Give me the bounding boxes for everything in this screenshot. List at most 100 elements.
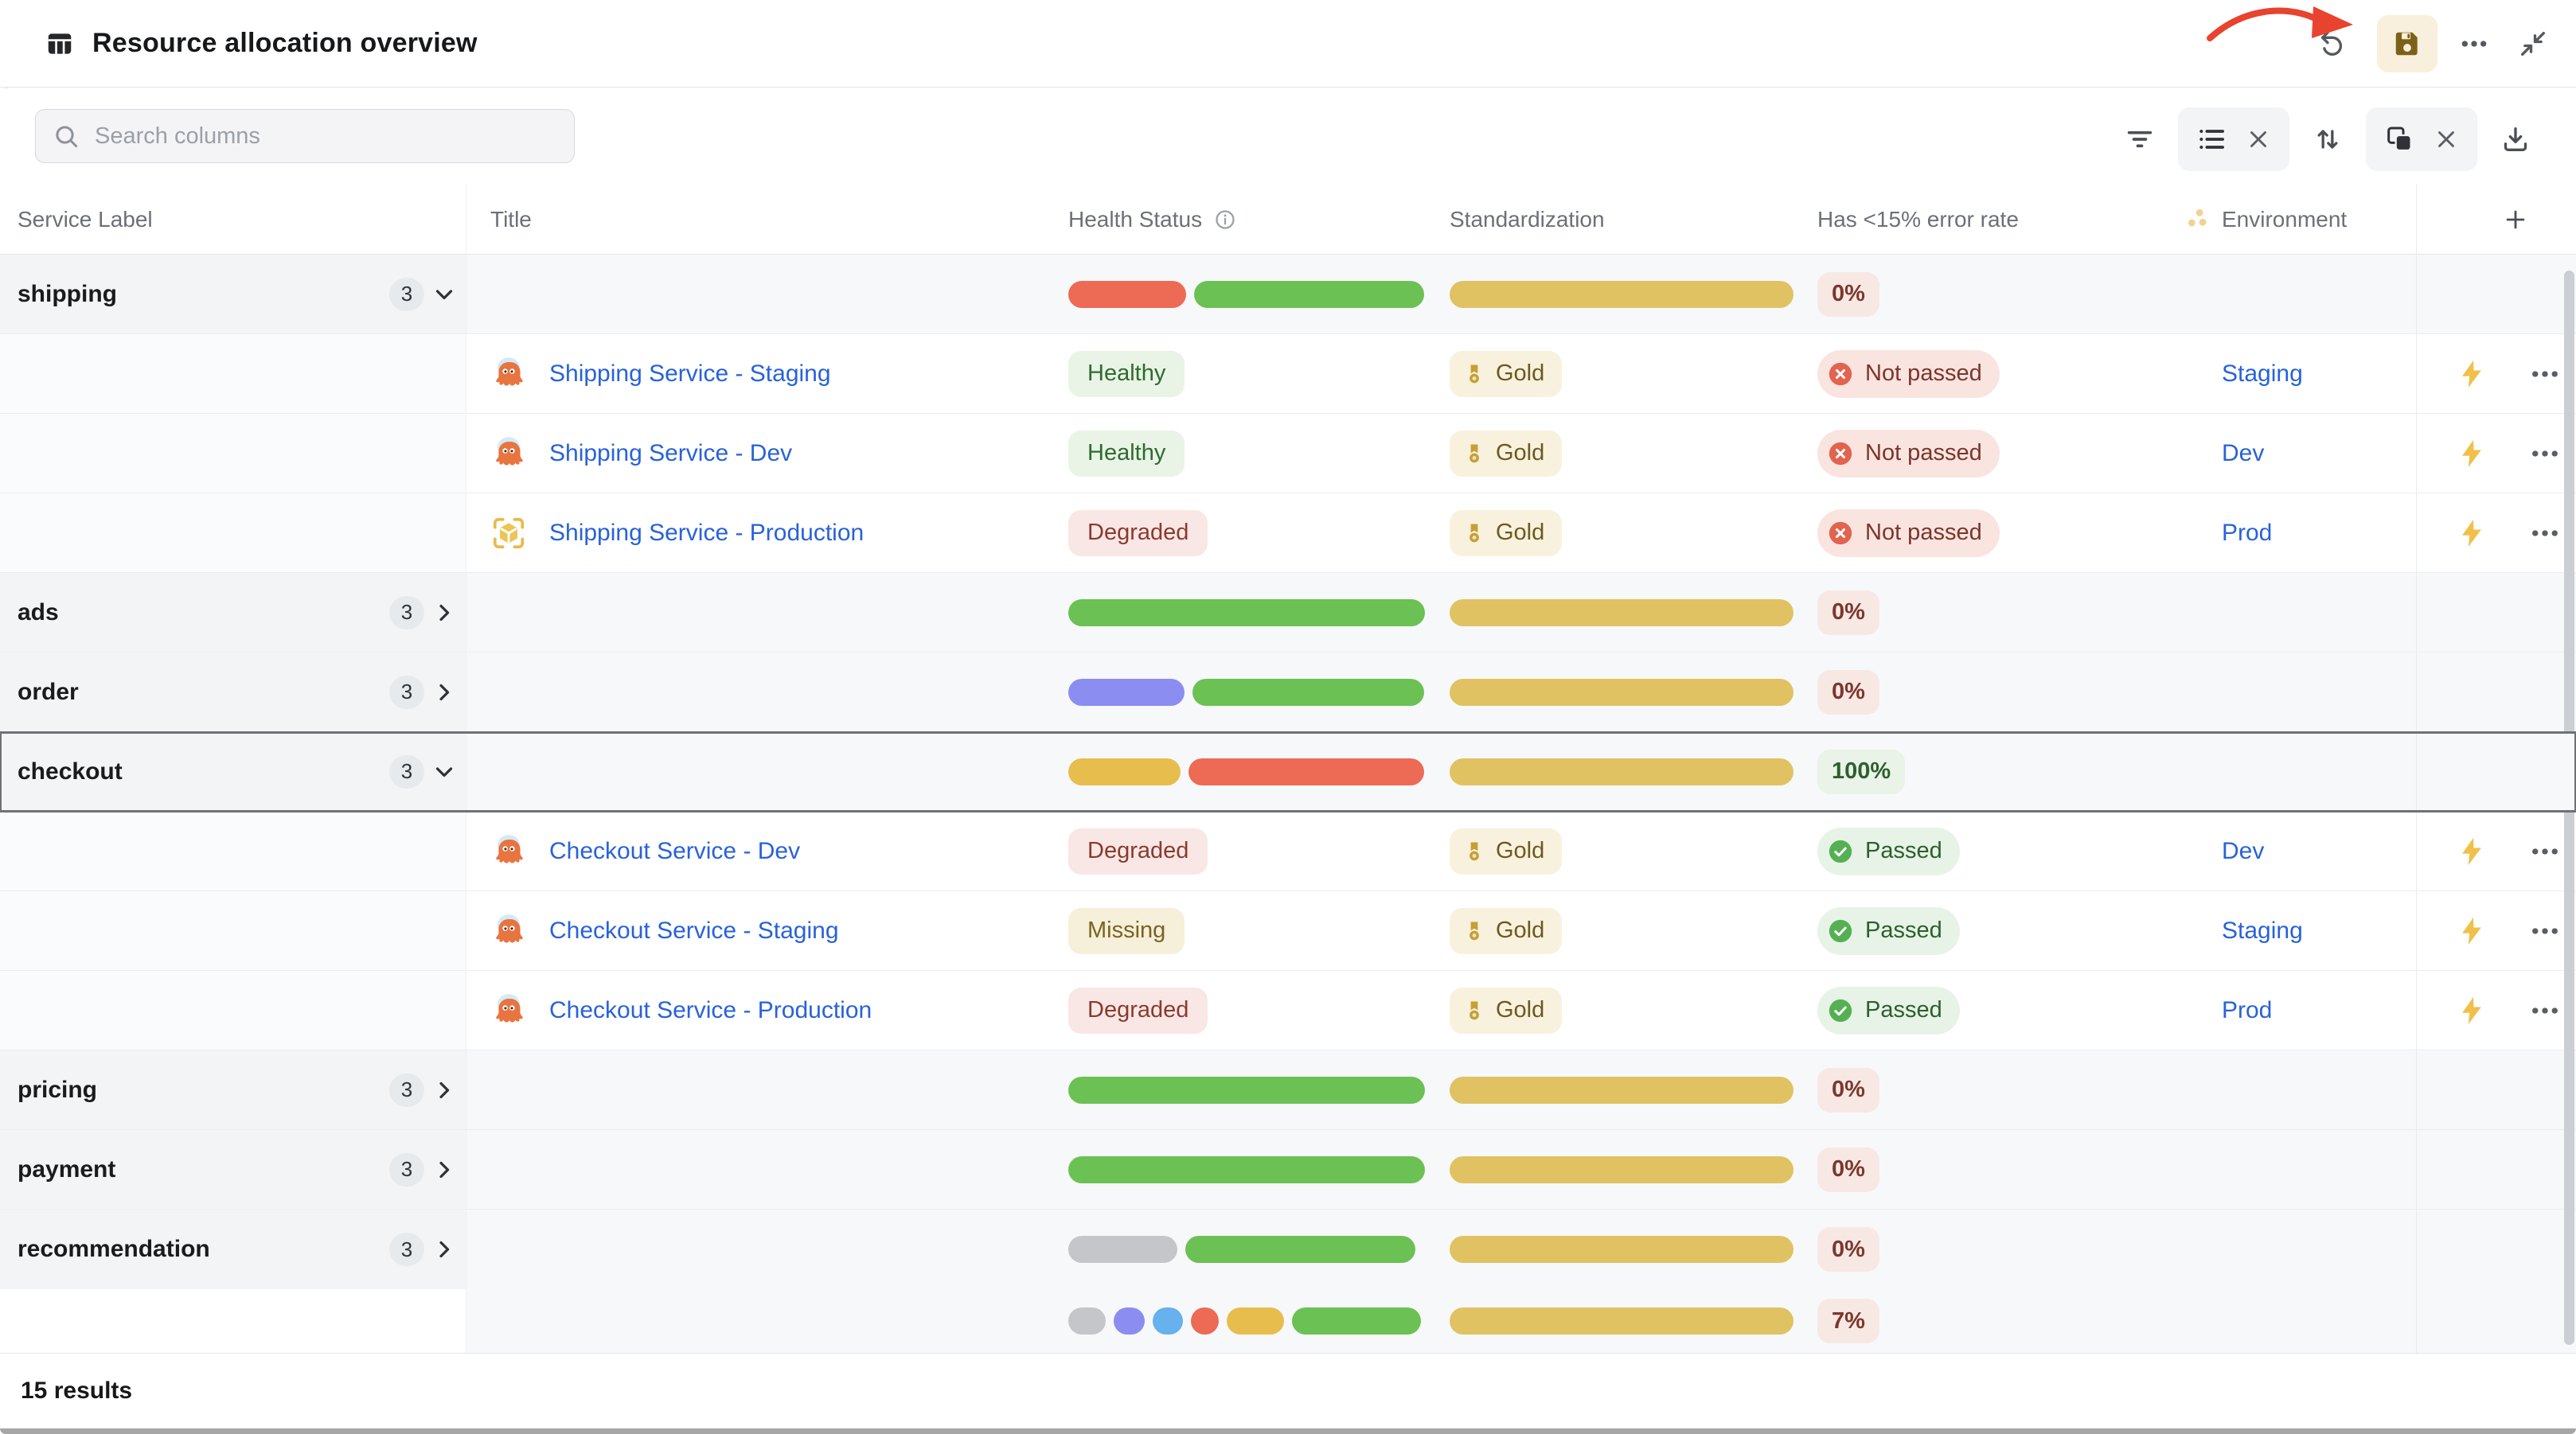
chevron-down-icon[interactable] — [431, 758, 458, 785]
undo-button[interactable] — [2305, 18, 2356, 69]
service-row[interactable]: Checkout Service - StagingMissingGoldPas… — [0, 891, 2576, 971]
bar-segment-gray — [1068, 1307, 1106, 1335]
column-header-title[interactable]: Title — [466, 185, 1035, 255]
collapse-button[interactable] — [2508, 18, 2558, 69]
health-status-cell — [1035, 1210, 1437, 1289]
table-footer: 15 results — [0, 1353, 2576, 1428]
health-status-cell: Missing — [1035, 891, 1437, 970]
column-header-health-status[interactable]: Health Status — [1035, 185, 1437, 255]
group-count-badge: 3 — [389, 1233, 424, 1266]
lightning-action-icon[interactable] — [2455, 914, 2488, 948]
row-menu-icon[interactable] — [2528, 516, 2562, 550]
clear-stack-icon[interactable] — [2433, 126, 2460, 153]
service-title-link[interactable]: Shipping Service - Staging — [549, 360, 831, 388]
chevron-right-icon[interactable] — [431, 1156, 458, 1183]
environment-cell: Dev — [2185, 812, 2416, 890]
error-rate-cell: 100% — [1807, 732, 2185, 811]
group-row-ads[interactable]: ads30% — [0, 573, 2576, 653]
service-title-link[interactable]: Shipping Service - Dev — [549, 440, 792, 467]
row-actions-cell — [2416, 891, 2576, 970]
lightning-action-icon[interactable] — [2455, 516, 2488, 550]
error-rate-cell: 0% — [1807, 255, 2185, 333]
filter-button[interactable] — [2122, 122, 2157, 157]
environment-link[interactable]: Prod — [2222, 997, 2272, 1024]
plus-icon — [2502, 206, 2529, 233]
group-row-checkout[interactable]: checkout3100% — [0, 732, 2576, 812]
service-label-cell — [0, 891, 466, 970]
environment-link[interactable]: Dev — [2222, 440, 2264, 467]
chevron-right-icon[interactable] — [431, 1236, 458, 1263]
chevron-down-icon[interactable] — [431, 281, 458, 308]
environment-link[interactable]: Staging — [2222, 360, 2303, 388]
group-row-pricing[interactable]: pricing30% — [0, 1050, 2576, 1130]
title-cell — [466, 573, 1035, 652]
stack-chip[interactable] — [2366, 107, 2477, 171]
resource-allocation-window: Resource allocation overview — [0, 0, 2576, 1434]
environment-cell — [2185, 653, 2416, 731]
environment-link[interactable]: Dev — [2222, 838, 2264, 865]
save-button[interactable] — [2377, 15, 2437, 72]
service-row[interactable]: Checkout Service - ProductionDegradedGol… — [0, 971, 2576, 1050]
health-status-cell — [1035, 1050, 1437, 1129]
group-name: recommendation — [18, 1236, 210, 1263]
chevron-right-icon[interactable] — [431, 1077, 458, 1104]
row-menu-icon[interactable] — [2528, 994, 2562, 1027]
service-title-link[interactable]: Checkout Service - Staging — [549, 918, 839, 945]
ellipsis-icon — [2458, 28, 2490, 60]
info-icon[interactable] — [1213, 208, 1237, 232]
row-menu-icon[interactable] — [2528, 835, 2562, 868]
environment-cell — [2185, 732, 2416, 811]
check-circle-icon — [1827, 838, 1854, 865]
error-rate-badge: 7% — [1817, 1299, 1879, 1343]
group-by-chip[interactable] — [2178, 107, 2289, 171]
row-menu-icon[interactable] — [2528, 914, 2562, 948]
add-column-button[interactable] — [2496, 201, 2535, 239]
environment-link[interactable]: Prod — [2222, 520, 2272, 547]
column-header-service-label[interactable]: Service Label — [0, 185, 466, 255]
service-row[interactable]: Shipping Service - DevHealthyGoldNot pas… — [0, 414, 2576, 493]
group-count-badge: 3 — [389, 755, 424, 789]
group-row-shipping[interactable]: shipping30% — [0, 255, 2576, 334]
environment-link[interactable]: Staging — [2222, 918, 2303, 945]
search-box[interactable] — [35, 109, 575, 163]
column-header-environment[interactable]: Environment — [2185, 185, 2416, 255]
octopus-service-icon — [490, 356, 527, 392]
lightning-action-icon[interactable] — [2455, 835, 2488, 868]
service-label-cell: recommendation 3 — [0, 1210, 466, 1289]
health-status-cell: Healthy — [1035, 414, 1437, 493]
lightning-action-icon[interactable] — [2455, 357, 2488, 391]
sort-button[interactable] — [2310, 122, 2345, 157]
health-status-badge: Degraded — [1068, 828, 1208, 875]
collapse-icon — [2517, 28, 2549, 60]
lightning-action-icon[interactable] — [2455, 437, 2488, 470]
row-menu-icon[interactable] — [2528, 357, 2562, 391]
titlebar-actions — [2305, 0, 2576, 88]
row-actions-cell — [2416, 255, 2576, 333]
more-actions-button[interactable] — [2449, 18, 2500, 69]
search-input[interactable] — [95, 123, 558, 150]
chevron-right-icon[interactable] — [431, 679, 458, 706]
health-status-badge: Healthy — [1068, 351, 1185, 397]
service-label-cell — [0, 812, 466, 890]
service-title-link[interactable]: Checkout Service - Dev — [549, 838, 800, 865]
service-row[interactable]: Shipping Service - StagingHealthyGoldNot… — [0, 334, 2576, 414]
standardization-cell: Gold — [1437, 334, 1807, 413]
service-title-link[interactable]: Shipping Service - Production — [549, 520, 864, 547]
check-result-badge: Passed — [1817, 907, 1960, 955]
bar-segment-green — [1185, 1236, 1415, 1263]
lightning-action-icon[interactable] — [2455, 994, 2488, 1027]
column-header-error-rate[interactable]: Has <15% error rate — [1807, 185, 2185, 255]
service-title-link[interactable]: Checkout Service - Production — [549, 997, 872, 1024]
group-row-order[interactable]: order30% — [0, 653, 2576, 732]
group-row-payment[interactable]: payment30% — [0, 1130, 2576, 1210]
row-actions-cell — [2416, 1050, 2576, 1129]
row-menu-icon[interactable] — [2528, 437, 2562, 470]
service-row[interactable]: Checkout Service - DevDegradedGoldPassed… — [0, 812, 2576, 891]
group-row-recommendation[interactable]: recommendation30% — [0, 1210, 2576, 1289]
save-icon — [2392, 29, 2422, 59]
chevron-right-icon[interactable] — [431, 599, 458, 626]
clear-group-by-icon[interactable] — [2245, 126, 2272, 153]
service-row[interactable]: Shipping Service - ProductionDegradedGol… — [0, 493, 2576, 573]
download-button[interactable] — [2498, 122, 2533, 157]
column-header-standardization[interactable]: Standardization — [1437, 185, 1807, 255]
